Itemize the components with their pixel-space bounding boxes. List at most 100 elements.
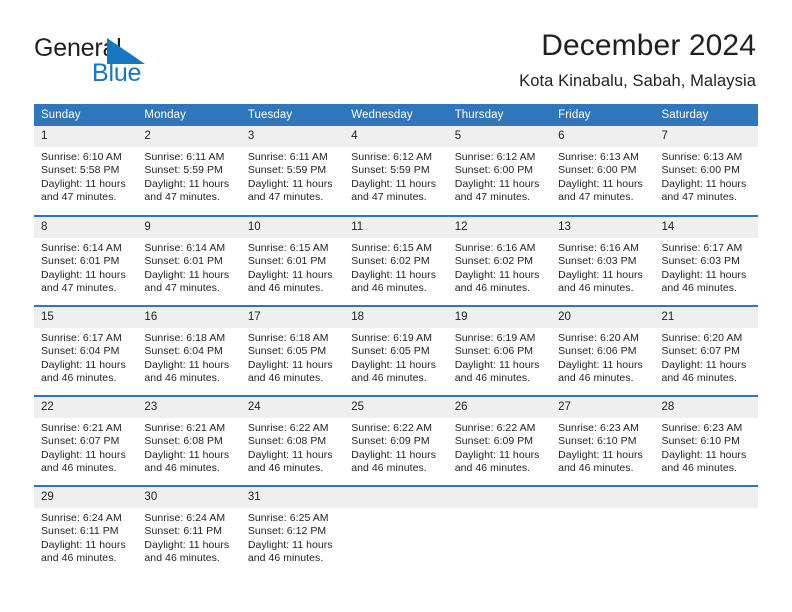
day-cell-empty: [654, 485, 758, 576]
day-cell[interactable]: 4 Sunrise: 6:12 AM Sunset: 5:59 PM Dayli…: [344, 126, 448, 216]
day-cell[interactable]: 10 Sunrise: 6:15 AM Sunset: 6:01 PM Dayl…: [240, 215, 345, 306]
day-number: [344, 487, 448, 508]
page-header: General Blue December 2024 Kota Kinabalu…: [0, 0, 792, 96]
sunrise-text: Sunrise: 6:21 AM: [41, 422, 122, 434]
daylight-text: Daylight: 11 hours and 46 minutes.: [558, 358, 643, 385]
sunset-text: Sunset: 6:04 PM: [41, 345, 120, 358]
day-cell[interactable]: 14 Sunrise: 6:17 AM Sunset: 6:03 PM Dayl…: [654, 215, 758, 306]
calendar-header-row: Sunday Monday Tuesday Wednesday Thursday…: [34, 104, 758, 126]
sunrise-text: Sunrise: 6:24 AM: [144, 512, 226, 524]
day-details: Sunrise: 6:19 AM Sunset: 6:06 PM Dayligh…: [448, 328, 551, 386]
day-number: 27: [551, 397, 655, 418]
day-cell[interactable]: 22 Sunrise: 6:21 AM Sunset: 6:07 PM Dayl…: [34, 395, 138, 486]
day-cell[interactable]: 15 Sunrise: 6:17 AM Sunset: 6:04 PM Dayl…: [34, 305, 138, 396]
sunset-text: Sunset: 6:06 PM: [454, 345, 534, 358]
sunrise-text: Sunrise: 6:19 AM: [351, 332, 433, 344]
sunset-text: Sunset: 6:09 PM: [351, 435, 430, 448]
sunset-text: Sunset: 6:01 PM: [41, 255, 120, 268]
calendar-week-row: 29 Sunrise: 6:24 AM Sunset: 6:11 PM Dayl…: [34, 485, 758, 576]
day-details: Sunrise: 6:13 AM Sunset: 6:00 PM Dayligh…: [551, 147, 654, 205]
sunrise-text: Sunrise: 6:23 AM: [661, 422, 743, 434]
sunset-text: Sunset: 6:10 PM: [558, 435, 637, 448]
calendar-week-row: 22 Sunrise: 6:21 AM Sunset: 6:07 PM Dayl…: [34, 395, 758, 486]
sunset-text: Sunset: 6:01 PM: [144, 255, 223, 268]
day-details: Sunrise: 6:20 AM Sunset: 6:06 PM Dayligh…: [551, 328, 654, 386]
weekday-header-wednesday: Wednesday: [344, 104, 448, 126]
day-cell[interactable]: 5 Sunrise: 6:12 AM Sunset: 6:00 PM Dayli…: [447, 126, 552, 216]
day-details: Sunrise: 6:11 AM Sunset: 5:59 PM Dayligh…: [137, 147, 240, 205]
day-cell[interactable]: 27 Sunrise: 6:23 AM Sunset: 6:10 PM Dayl…: [551, 395, 655, 486]
day-details: Sunrise: 6:12 AM Sunset: 5:59 PM Dayligh…: [344, 147, 447, 205]
sunrise-text: Sunrise: 6:12 AM: [454, 151, 536, 163]
day-number: 29: [34, 487, 138, 508]
daylight-text: Daylight: 11 hours and 47 minutes.: [454, 177, 540, 204]
day-cell[interactable]: 6 Sunrise: 6:13 AM Sunset: 6:00 PM Dayli…: [551, 126, 655, 216]
day-number: 23: [137, 397, 241, 418]
day-cell[interactable]: 13 Sunrise: 6:16 AM Sunset: 6:03 PM Dayl…: [551, 215, 655, 306]
day-cell[interactable]: 20 Sunrise: 6:20 AM Sunset: 6:06 PM Dayl…: [551, 305, 655, 396]
day-cell[interactable]: 29 Sunrise: 6:24 AM Sunset: 6:11 PM Dayl…: [34, 485, 138, 576]
day-cell[interactable]: 1 Sunrise: 6:10 AM Sunset: 5:58 PM Dayli…: [34, 126, 138, 216]
day-cell[interactable]: 12 Sunrise: 6:16 AM Sunset: 6:02 PM Dayl…: [447, 215, 552, 306]
sunrise-text: Sunrise: 6:22 AM: [247, 422, 329, 434]
weekday-header-sunday: Sunday: [34, 104, 138, 126]
daylight-text: Daylight: 11 hours and 46 minutes.: [351, 268, 437, 295]
day-details: Sunrise: 6:16 AM Sunset: 6:03 PM Dayligh…: [551, 238, 654, 296]
day-cell[interactable]: 2 Sunrise: 6:11 AM Sunset: 5:59 PM Dayli…: [137, 126, 241, 216]
day-cell[interactable]: 24 Sunrise: 6:22 AM Sunset: 6:08 PM Dayl…: [240, 395, 345, 486]
day-number: [447, 487, 552, 508]
day-details: Sunrise: 6:17 AM Sunset: 6:03 PM Dayligh…: [655, 238, 758, 296]
sunrise-text: Sunrise: 6:12 AM: [351, 151, 433, 163]
sunrise-text: Sunrise: 6:17 AM: [41, 332, 122, 344]
day-cell[interactable]: 16 Sunrise: 6:18 AM Sunset: 6:04 PM Dayl…: [137, 305, 241, 396]
day-number: 2: [137, 126, 241, 147]
day-cell[interactable]: 8 Sunrise: 6:14 AM Sunset: 6:01 PM Dayli…: [34, 215, 138, 306]
day-details: Sunrise: 6:15 AM Sunset: 6:02 PM Dayligh…: [344, 238, 447, 296]
sunrise-text: Sunrise: 6:18 AM: [247, 332, 329, 344]
weekday-header-thursday: Thursday: [447, 104, 552, 126]
sunset-text: Sunset: 5:58 PM: [41, 164, 120, 177]
day-number: 1: [34, 126, 138, 147]
day-number: [551, 487, 655, 508]
day-cell[interactable]: 9 Sunrise: 6:14 AM Sunset: 6:01 PM Dayli…: [137, 215, 241, 306]
day-number: 15: [34, 307, 138, 328]
day-number: 25: [344, 397, 448, 418]
sunset-text: Sunset: 6:00 PM: [454, 164, 534, 177]
sunrise-text: Sunrise: 6:14 AM: [144, 242, 226, 254]
day-cell[interactable]: 30 Sunrise: 6:24 AM Sunset: 6:11 PM Dayl…: [137, 485, 241, 576]
day-cell[interactable]: 31 Sunrise: 6:25 AM Sunset: 6:12 PM Dayl…: [240, 485, 345, 576]
day-cell[interactable]: 23 Sunrise: 6:21 AM Sunset: 6:08 PM Dayl…: [137, 395, 241, 486]
day-cell[interactable]: 11 Sunrise: 6:15 AM Sunset: 6:02 PM Dayl…: [344, 215, 448, 306]
day-cell[interactable]: 21 Sunrise: 6:20 AM Sunset: 6:07 PM Dayl…: [654, 305, 758, 396]
daylight-text: Daylight: 11 hours and 46 minutes.: [41, 538, 126, 565]
daylight-text: Daylight: 11 hours and 46 minutes.: [558, 268, 643, 295]
day-number: 13: [551, 217, 655, 238]
day-cell[interactable]: 28 Sunrise: 6:23 AM Sunset: 6:10 PM Dayl…: [654, 395, 758, 486]
day-cell-empty: [551, 485, 655, 576]
sunset-text: Sunset: 6:04 PM: [144, 345, 223, 358]
day-cell[interactable]: 18 Sunrise: 6:19 AM Sunset: 6:05 PM Dayl…: [344, 305, 448, 396]
calendar-week-row: 15 Sunrise: 6:17 AM Sunset: 6:04 PM Dayl…: [34, 305, 758, 396]
day-details: Sunrise: 6:18 AM Sunset: 6:04 PM Dayligh…: [137, 328, 240, 386]
day-cell[interactable]: 7 Sunrise: 6:13 AM Sunset: 6:00 PM Dayli…: [654, 126, 758, 216]
sunset-text: Sunset: 5:59 PM: [351, 164, 430, 177]
sunset-text: Sunset: 6:07 PM: [41, 435, 120, 448]
sunset-text: Sunset: 6:12 PM: [247, 525, 327, 538]
day-cell[interactable]: 17 Sunrise: 6:18 AM Sunset: 6:05 PM Dayl…: [240, 305, 345, 396]
day-number: 11: [344, 217, 448, 238]
day-number: 31: [240, 487, 345, 508]
day-number: 6: [551, 126, 655, 147]
sunrise-text: Sunrise: 6:20 AM: [661, 332, 743, 344]
day-details: Sunrise: 6:24 AM Sunset: 6:11 PM Dayligh…: [34, 508, 137, 566]
day-cell[interactable]: 3 Sunrise: 6:11 AM Sunset: 5:59 PM Dayli…: [240, 126, 345, 216]
sunrise-text: Sunrise: 6:23 AM: [558, 422, 639, 434]
day-number: [654, 487, 758, 508]
sunset-text: Sunset: 6:09 PM: [454, 435, 534, 448]
day-cell[interactable]: 19 Sunrise: 6:19 AM Sunset: 6:06 PM Dayl…: [447, 305, 552, 396]
sunrise-text: Sunrise: 6:11 AM: [247, 151, 328, 163]
daylight-text: Daylight: 11 hours and 46 minutes.: [558, 448, 643, 475]
brand-logo[interactable]: General Blue: [34, 34, 264, 87]
day-cell[interactable]: 26 Sunrise: 6:22 AM Sunset: 6:09 PM Dayl…: [447, 395, 552, 486]
day-cell[interactable]: 25 Sunrise: 6:22 AM Sunset: 6:09 PM Dayl…: [344, 395, 448, 486]
page-subtitle: Kota Kinabalu, Sabah, Malaysia: [519, 72, 756, 90]
